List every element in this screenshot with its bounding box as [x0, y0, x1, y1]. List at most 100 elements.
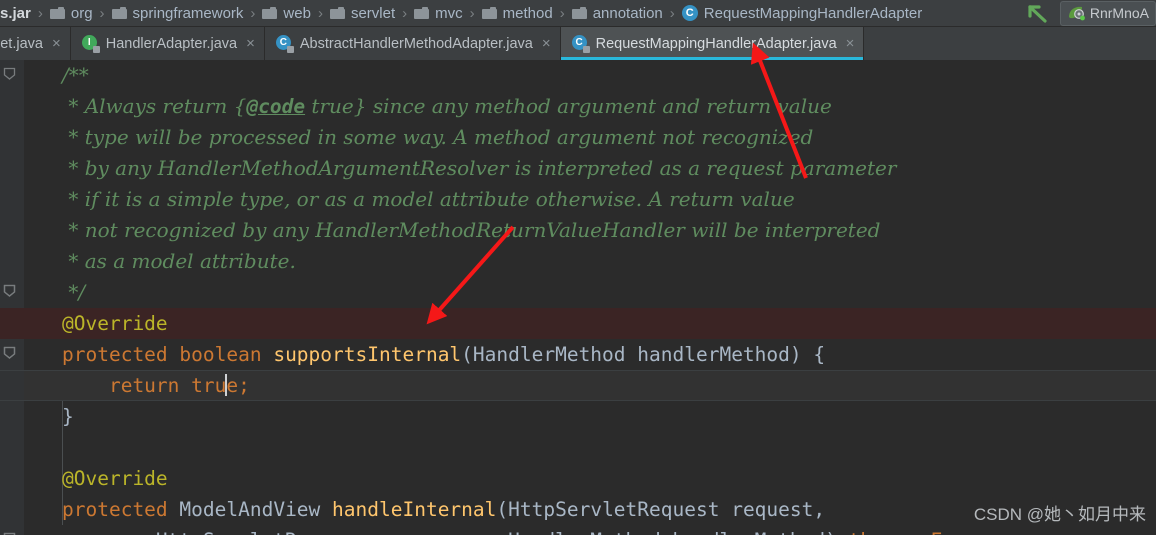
editor-tab-label: HandlerAdapter.java: [105, 35, 238, 52]
code-token: @Override: [62, 312, 168, 335]
breadcrumb-separator: ›: [402, 4, 408, 22]
breadcrumb-item-servlet[interactable]: servlet: [329, 0, 396, 26]
class-icon: C: [681, 5, 698, 21]
code-line[interactable]: HttpServletResponse response, HandlerMet…: [24, 525, 1156, 535]
breadcrumb-item-annotation[interactable]: annotation: [571, 0, 663, 26]
breadcrumb-separator: ›: [99, 4, 105, 22]
code-token: (HttpServletRequest request,: [496, 498, 826, 521]
breadcrumb-item-s-jar[interactable]: s.jar: [0, 0, 31, 26]
folder-icon: [329, 7, 345, 19]
code-token: {: [233, 94, 247, 118]
breadcrumb-item-requestmappinghandleradapter[interactable]: C RequestMappingHandlerAdapter: [681, 0, 923, 26]
code-token: tru: [191, 374, 227, 397]
breadcrumb-item-label: servlet: [350, 4, 396, 22]
editor-tab-bar: let.java × I HandlerAdapter.java × C AbstractH…: [0, 27, 1156, 61]
breadcrumb-item-method[interactable]: method: [481, 0, 553, 26]
code-token: * by any HandlerMethodArgumentResolver i…: [62, 156, 897, 180]
code-line[interactable]: }: [24, 401, 1156, 432]
gutter-row[interactable]: [0, 339, 24, 370]
run-configuration-selector[interactable]: RnrMnoA: [1059, 0, 1156, 26]
close-icon[interactable]: ×: [246, 36, 255, 51]
breadcrumb-item-label: RequestMappingHandlerAdapter: [703, 4, 923, 22]
code-line[interactable]: @Override: [24, 463, 1156, 494]
gutter-row[interactable]: [0, 60, 24, 91]
code-token: * as a model attribute.: [62, 249, 296, 273]
watermark: CSDN @她丶如月中来: [973, 505, 1146, 524]
editor-tab-handleradapter[interactable]: I HandlerAdapter.java ×: [71, 27, 265, 60]
editor-gutter[interactable]: [0, 60, 24, 535]
gutter-row[interactable]: [0, 277, 24, 308]
editor-tab-requestmappinghandleradapter[interactable]: C RequestMappingHandlerAdapter.java ×: [560, 27, 865, 60]
code-line[interactable]: * Always return {@code true} since any m…: [24, 91, 1156, 122]
class-icon: C: [571, 35, 590, 53]
breadcrumb-item-label: mvc: [435, 4, 463, 22]
code-token: */: [62, 280, 86, 304]
code-token: (HandlerMethod handlerMethod) {: [461, 343, 826, 366]
close-icon[interactable]: ×: [52, 36, 61, 51]
breadcrumb-item-mvc[interactable]: mvc: [414, 0, 463, 26]
gutter-row[interactable]: [0, 494, 24, 525]
code-line[interactable]: protected boolean supportsInternal(Handl…: [24, 339, 1156, 370]
breadcrumb-separator: ›: [250, 4, 256, 22]
abstract-class-icon: C: [275, 35, 294, 53]
breadcrumb-separator: ›: [469, 4, 475, 22]
code-token: e;: [226, 374, 250, 397]
code-token: * not recognized by any HandlerMethodRet…: [62, 218, 881, 242]
gutter-row[interactable]: [0, 401, 24, 432]
breadcrumb-separator: ›: [317, 4, 323, 22]
code-content[interactable]: /** * Always return {@code true} since a…: [24, 60, 1156, 535]
code-line[interactable]: */: [24, 277, 1156, 308]
breadcrumb-item-org[interactable]: org: [49, 0, 93, 26]
editor-tab-label: let.java: [0, 35, 43, 52]
run-arrow-icon[interactable]: [1022, 2, 1048, 24]
folder-icon: [481, 7, 497, 19]
code-line[interactable]: return true;: [24, 370, 1156, 401]
lock-icon: [582, 46, 590, 53]
close-icon[interactable]: ×: [846, 36, 855, 51]
breadcrumb-separator: ›: [559, 4, 565, 22]
gutter-row[interactable]: [0, 525, 24, 535]
code-token: * type will be processed in some way. A …: [62, 125, 814, 149]
interface-icon: I: [81, 35, 100, 53]
code-line[interactable]: * as a model attribute.: [24, 246, 1156, 277]
navigation-breadcrumb-bar: s.jar › org › springframework › web › servlet › mv…: [0, 0, 1156, 27]
breadcrumb-item-label: org: [70, 4, 93, 22]
folder-icon: [49, 7, 65, 19]
code-token: ModelAndView: [179, 498, 333, 521]
code-editor[interactable]: /** * Always return {@code true} since a…: [0, 60, 1156, 535]
fold-marker-icon[interactable]: [3, 284, 16, 297]
gutter-caret-line: [0, 370, 24, 401]
code-line[interactable]: * by any HandlerMethodArgumentResolver i…: [24, 153, 1156, 184]
editor-tab-label: AbstractHandlerMethodAdapter.java: [299, 35, 533, 52]
code-token: * if it is a simple type, or as a model …: [62, 187, 795, 211]
spring-leaf-icon: [1067, 5, 1085, 21]
folder-icon: [111, 7, 127, 19]
folder-icon: [262, 7, 278, 19]
breadcrumb-item-web[interactable]: web: [262, 0, 311, 26]
breadcrumb-item-label: springframework: [132, 4, 244, 22]
code-token: supportsInternal: [273, 343, 462, 366]
code-line[interactable]: @Override: [24, 308, 1156, 339]
code-token: * Always return: [62, 94, 234, 118]
code-line[interactable]: * if it is a simple type, or as a model …: [24, 184, 1156, 215]
fold-marker-icon[interactable]: [3, 67, 16, 80]
code-token: throws: [837, 529, 931, 535]
navbar-right-controls: RnrMnoA: [1022, 0, 1156, 26]
code-token: @code: [246, 95, 306, 118]
code-token: protected: [62, 343, 180, 366]
gutter-row[interactable]: [0, 463, 24, 494]
breadcrumb-item-label: web: [283, 4, 311, 22]
editor-tab-abstracthandlermethodadapter[interactable]: C AbstractHandlerMethodAdapter.java ×: [265, 27, 561, 60]
code-token: /**: [62, 63, 89, 87]
editor-tab-let[interactable]: let.java ×: [0, 27, 71, 60]
code-token: true} since any method argument and retu…: [305, 94, 832, 118]
code-token: @Override: [62, 467, 168, 490]
breadcrumb-item-springframework[interactable]: springframework: [111, 0, 244, 26]
code-line[interactable]: /**: [24, 60, 1156, 91]
code-line[interactable]: [24, 432, 1156, 463]
fold-marker-icon[interactable]: [3, 346, 16, 359]
code-line[interactable]: * not recognized by any HandlerMethodRet…: [24, 215, 1156, 246]
close-icon[interactable]: ×: [542, 36, 551, 51]
folder-icon: [571, 7, 587, 19]
code-line[interactable]: * type will be processed in some way. A …: [24, 122, 1156, 153]
